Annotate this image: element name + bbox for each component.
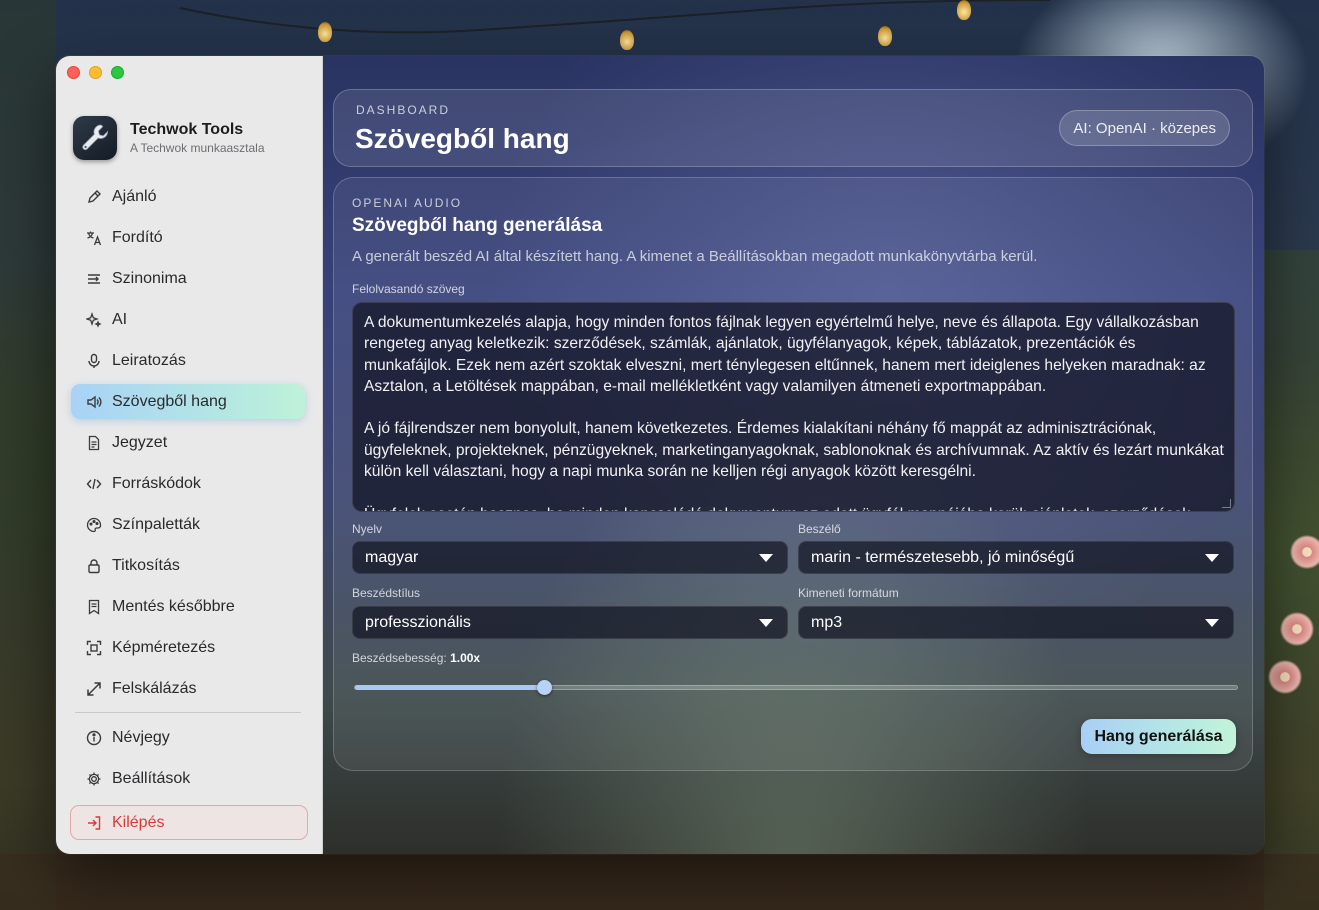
- palette-icon: [85, 516, 103, 534]
- sidebar-item-leiratozas[interactable]: Leiratozás: [71, 343, 305, 378]
- sidebar-item-label: Mentés későbbre: [112, 597, 235, 615]
- section-title: Szövegből hang generálása: [352, 215, 603, 236]
- app-subtitle: A Techwok munkaasztala: [130, 141, 265, 155]
- text-paragraph: A jó fájlrendszer nem bonyolult, hanem k…: [364, 420, 1224, 481]
- speed-label-text: Beszédsebesség:: [352, 651, 447, 665]
- info-icon: [85, 729, 103, 747]
- sidebar-divider: [75, 712, 301, 713]
- sidebar-item-label: Névjegy: [112, 728, 170, 746]
- sidebar-item-label: Szövegből hang: [112, 392, 227, 410]
- app-brand: Techwok Tools A Techwok munkaasztala: [73, 116, 265, 160]
- sidebar-item-label: Képméretezés: [112, 638, 216, 656]
- language-label: Nyelv: [352, 522, 383, 536]
- speaker-select[interactable]: marin - természetesebb, jó minőségű: [798, 541, 1234, 574]
- speed-label: Beszédsebesség: 1.00x: [352, 651, 480, 665]
- format-select[interactable]: mp3: [798, 606, 1234, 639]
- crop-frame-icon: [85, 639, 103, 657]
- sidebar-item-felskalazas[interactable]: Felskálázás: [71, 671, 305, 706]
- sidebar-item-fordito[interactable]: Fordító: [71, 220, 305, 255]
- sidebar-item-szinonima[interactable]: Szinonima: [71, 261, 305, 296]
- bookmark-list-icon: [85, 598, 103, 616]
- main-panel: DASHBOARD Szövegből hang AI: OpenAI · kö…: [323, 56, 1264, 854]
- logout-icon: [85, 814, 103, 832]
- microphone-icon: [85, 352, 103, 370]
- style-select[interactable]: professzionális: [352, 606, 788, 639]
- chevron-down-icon: [759, 554, 773, 562]
- sidebar-item-beallitasok[interactable]: Beállítások: [71, 761, 305, 796]
- sidebar-item-label: Felskálázás: [112, 679, 197, 697]
- sidebar-item-label: Jegyzet: [112, 433, 168, 451]
- speaker-icon: [85, 393, 103, 411]
- format-label: Kimeneti formátum: [798, 586, 899, 600]
- app-window: Techwok Tools A Techwok munkaasztala Ajá…: [56, 56, 1264, 854]
- minimize-window-button[interactable]: [89, 66, 102, 79]
- text-input-label: Felolvasandó szöveg: [352, 282, 465, 296]
- speed-value: 1.00x: [450, 651, 481, 665]
- sidebar-item-ajanlo[interactable]: Ajánló: [71, 179, 305, 214]
- sidebar-item-ai[interactable]: AI: [71, 302, 305, 337]
- app-name: Techwok Tools: [130, 121, 244, 138]
- sidebar-item-label: Fordító: [112, 228, 163, 246]
- generate-audio-button[interactable]: Hang generálása: [1081, 719, 1236, 754]
- tts-form-card: OPENAI AUDIO Szövegből hang generálása A…: [333, 177, 1253, 771]
- expand-arrows-icon: [85, 680, 103, 698]
- section-description: A generált beszéd AI által készített han…: [352, 248, 1038, 265]
- header-eyebrow: DASHBOARD: [356, 103, 451, 117]
- sidebar-item-titkositas[interactable]: Titkosítás: [71, 548, 305, 583]
- sidebar-item-label: Titkosítás: [112, 556, 180, 574]
- sidebar-item-label: AI: [112, 310, 128, 328]
- tts-text-input[interactable]: A dokumentumkezelés alapja, hogy minden …: [352, 302, 1235, 512]
- sidebar-item-szinpalettak[interactable]: Színpaletták: [71, 507, 305, 542]
- pen-sparkle-icon: [85, 188, 103, 206]
- sidebar-item-nevjegy[interactable]: Névjegy: [71, 720, 305, 755]
- sidebar-item-label: Ajánló: [112, 187, 157, 205]
- logout-button[interactable]: Kilépés: [70, 805, 308, 840]
- sidebar-nav: Ajánló Fordító Szinonima AI Leiratozás S…: [71, 179, 305, 802]
- zoom-window-button[interactable]: [111, 66, 124, 79]
- ai-provider-badge[interactable]: AI: OpenAI · közepes: [1059, 110, 1230, 146]
- chevron-down-icon: [1205, 554, 1219, 562]
- format-value: mp3: [811, 613, 843, 631]
- sidebar: Techwok Tools A Techwok munkaasztala Ajá…: [56, 56, 323, 854]
- wrench-app-icon: [73, 116, 117, 160]
- gear-icon: [85, 770, 103, 788]
- text-paragraph: A dokumentumkezelés alapja, hogy minden …: [364, 314, 1206, 395]
- chevron-down-icon: [759, 619, 773, 627]
- sidebar-item-forraskodok[interactable]: Forráskódok: [71, 466, 305, 501]
- style-label: Beszédstílus: [352, 586, 421, 600]
- speed-slider[interactable]: [354, 680, 1238, 695]
- document-icon: [85, 434, 103, 452]
- speaker-label: Beszélő: [798, 522, 841, 536]
- traffic-lights: [67, 66, 124, 79]
- speaker-value: marin - természetesebb, jó minőségű: [811, 548, 1075, 566]
- sidebar-item-mentes-kesobbre[interactable]: Mentés későbbre: [71, 589, 305, 624]
- sidebar-item-label: Beállítások: [112, 769, 191, 787]
- lock-icon: [85, 557, 103, 575]
- language-select[interactable]: magyar: [352, 541, 788, 574]
- list-arrow-icon: [85, 270, 103, 288]
- logout-label: Kilépés: [112, 813, 165, 831]
- section-eyebrow: OPENAI AUDIO: [352, 196, 463, 210]
- sidebar-item-label: Forráskódok: [112, 474, 201, 492]
- sidebar-item-szovegbol-hang[interactable]: Szövegből hang: [71, 384, 305, 419]
- chevron-down-icon: [1205, 619, 1219, 627]
- resize-handle[interactable]: [1222, 499, 1231, 508]
- sidebar-item-kepmeretezes[interactable]: Képméretezés: [71, 630, 305, 665]
- translate-icon: [85, 229, 103, 247]
- dashboard-header: DASHBOARD Szövegből hang AI: OpenAI · kö…: [333, 89, 1253, 167]
- page-title: Szövegből hang: [355, 123, 570, 154]
- text-paragraph: Ügyfelek esetén hasznos, ha minden kapcs…: [364, 504, 1224, 511]
- sidebar-item-label: Színpaletták: [112, 515, 201, 533]
- sidebar-item-label: Leiratozás: [112, 351, 186, 369]
- close-window-button[interactable]: [67, 66, 80, 79]
- code-icon: [85, 475, 103, 493]
- style-value: professzionális: [365, 613, 471, 631]
- language-value: magyar: [365, 548, 419, 566]
- sparkles-icon: [85, 311, 103, 329]
- speed-slider-fill: [355, 685, 544, 690]
- speed-slider-thumb[interactable]: [536, 680, 552, 695]
- sidebar-item-label: Szinonima: [112, 269, 187, 287]
- sidebar-item-jegyzet[interactable]: Jegyzet: [71, 425, 305, 460]
